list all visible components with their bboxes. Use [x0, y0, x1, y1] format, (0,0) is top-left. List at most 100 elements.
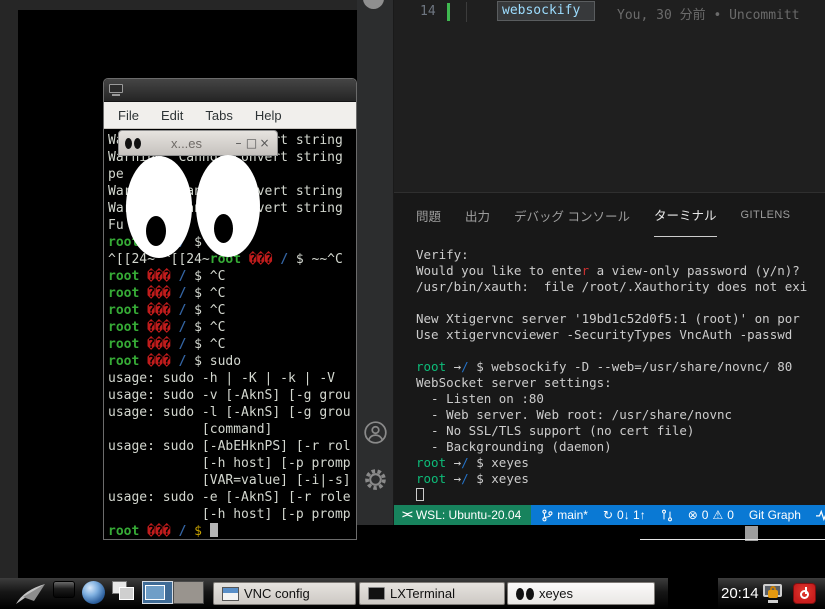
error-count: 0 [702, 508, 709, 522]
terminal-text: [-h host] [-p promp [108, 507, 351, 522]
terminal-text: WebSocket server settings: [416, 375, 612, 390]
terminal-cursor [416, 488, 424, 501]
terminal-text: Fu [108, 218, 124, 233]
gear-icon[interactable] [363, 467, 388, 497]
terminal-line: Use xtigervncviewer -SecurityTypes VncAu… [416, 327, 825, 343]
indent-guide [466, 2, 467, 22]
terminal-line: - Listen on :80 [416, 391, 825, 407]
xeyes-title: x...es [141, 136, 232, 151]
terminal-text: [command] [108, 422, 272, 437]
activity-bar [357, 0, 394, 525]
terminal-line: usage: sudo -v [-AknS] [-g grou [108, 387, 356, 404]
tab-problems[interactable]: 問題 [416, 193, 441, 237]
terminal-text: /usr/bin/xauth: file /root/.Xauthority d… [416, 279, 807, 294]
code-editor[interactable]: 14 websockify You, 30 分前 • Uncommitt [394, 0, 825, 192]
avatar-badge [363, 0, 384, 9]
terminal-line: [-h host] [-p promp [108, 455, 356, 472]
terminal-line: - Backgrounding (daemon) [416, 439, 825, 455]
terminal-text: $ [194, 524, 202, 539]
terminal-text: - Web server. Web root: /usr/share/novnc [416, 407, 732, 422]
terminal-text: root [416, 359, 454, 374]
terminal-line: root ��� / $ ^C [108, 302, 356, 319]
branch-icon [541, 509, 553, 522]
terminal-text: Would you like to ente [416, 263, 582, 278]
tab-gitlens[interactable]: GITLENS [741, 193, 791, 237]
problems-indicator[interactable]: ⊗ 0 ⚠ 0 [688, 508, 734, 522]
taskbar-button-lxterminal[interactable]: LXTerminal [359, 582, 505, 605]
terminal-text: $ ~~^C [288, 252, 343, 267]
terminal-line: usage: sudo -h | -K | -k | -V [108, 370, 356, 387]
pager-desktop-1[interactable] [142, 581, 173, 604]
git-graph-button[interactable]: Git Graph [749, 508, 801, 522]
terminal-line: usage: sudo [-AbEHknPS] [-r rol [108, 438, 356, 455]
terminal-text: - Backgrounding (daemon) [416, 439, 612, 454]
terminal-text: root [416, 455, 454, 470]
minimize-button[interactable]: – [232, 136, 245, 150]
terminal-line: root ��� / $ ^C [108, 336, 356, 353]
remote-indicator[interactable]: >< WSL: Ubuntu-20.04 [394, 505, 531, 525]
tab-terminal[interactable]: ターミナル [654, 193, 717, 237]
file-manager-button[interactable] [53, 581, 75, 598]
xeyes-button-label: xeyes [539, 586, 573, 601]
terminal-text: root [108, 303, 147, 318]
terminal-text: - Listen on :80 [416, 391, 544, 406]
lxterminal-titlebar[interactable] [104, 79, 356, 102]
sync-label: 0↓ 1↑ [617, 508, 646, 522]
terminal-line [416, 343, 825, 359]
terminal-text: / [461, 471, 469, 486]
vscode-window: 14 websockify You, 30 分前 • Uncommitt 問題 … [357, 0, 825, 525]
terminal-text: $ ^C [186, 320, 225, 335]
terminal-line: Would you like to enter a view-only pass… [416, 263, 825, 279]
terminal-text: $ ^C [186, 269, 225, 284]
menu-help[interactable]: Help [255, 108, 282, 123]
pager-desktop-2[interactable] [173, 581, 204, 604]
clock[interactable]: 20:14 [721, 578, 759, 609]
tab-debug-console[interactable]: デバッグ コンソール [514, 193, 630, 237]
terminal-text: usage: sudo -e [-AknS] [-r role [108, 490, 351, 505]
terminal-text: usage: sudo -l [-AknS] [-g grou [108, 405, 351, 420]
git-sync-indicator[interactable]: ↻ 0↓ 1↑ [603, 508, 646, 522]
git-branch-indicator[interactable]: main* [541, 508, 588, 522]
code-token: websockify [497, 1, 595, 21]
menu-file[interactable]: File [118, 108, 139, 123]
terminal-text [186, 524, 194, 539]
desktop-1-thumbnail [142, 581, 173, 604]
menu-edit[interactable]: Edit [161, 108, 183, 123]
integrated-terminal[interactable]: Verify:Would you like to enter a view-on… [394, 237, 825, 505]
terminal-text: $ ^C [186, 286, 225, 301]
taskbar-button-vnc-config[interactable]: VNC config [213, 582, 356, 605]
web-browser-button[interactable] [82, 581, 105, 604]
terminal-line: /usr/bin/xauth: file /root/.Xauthority d… [416, 279, 825, 295]
warning-icon: ⚠ [712, 508, 723, 522]
logout-button[interactable] [793, 583, 816, 604]
taskbar-button-xeyes[interactable]: xeyes [507, 582, 655, 605]
terminal-cursor [210, 523, 218, 537]
terminal-text: root [108, 269, 147, 284]
terminal-text: root [416, 471, 454, 486]
lock-screen-button[interactable] [762, 582, 784, 604]
git-graph-label: Git Graph [749, 508, 801, 522]
terminal-line: WebSocket server settings: [416, 375, 825, 391]
terminal-line: [-h host] [-p promp [108, 506, 356, 523]
sync-icon: ↻ [603, 508, 613, 522]
terminal-line: root ��� / $ sudo [108, 353, 356, 370]
terminal-icon [368, 587, 385, 600]
terminal-line: root ��� / $ ^C [108, 285, 356, 302]
terminal-line: Verify: [416, 247, 825, 263]
start-menu-button[interactable] [13, 581, 49, 607]
menu-tabs[interactable]: Tabs [205, 108, 232, 123]
terminal-text: $ xeyes [469, 455, 529, 470]
remote-icon: >< [402, 509, 411, 521]
terminal-text: ��� [147, 354, 170, 369]
account-icon[interactable] [363, 420, 388, 450]
gitlens-compare-button[interactable] [661, 509, 673, 522]
minimize-all-button[interactable] [112, 581, 138, 603]
maximize-button[interactable]: □ [245, 136, 258, 150]
perf-indicator[interactable]: 1.16 [816, 508, 825, 522]
terminal-line: root →/ $ xeyes [416, 471, 825, 487]
xeyes-titlebar[interactable]: x...es – □ × [118, 130, 278, 156]
close-button[interactable]: × [258, 136, 271, 150]
terminal-line: New Xtigervnc server '19bd1c52d0f5:1 (ro… [416, 311, 825, 327]
terminal-line: - Web server. Web root: /usr/share/novnc [416, 407, 825, 423]
tab-output[interactable]: 出力 [465, 193, 490, 237]
